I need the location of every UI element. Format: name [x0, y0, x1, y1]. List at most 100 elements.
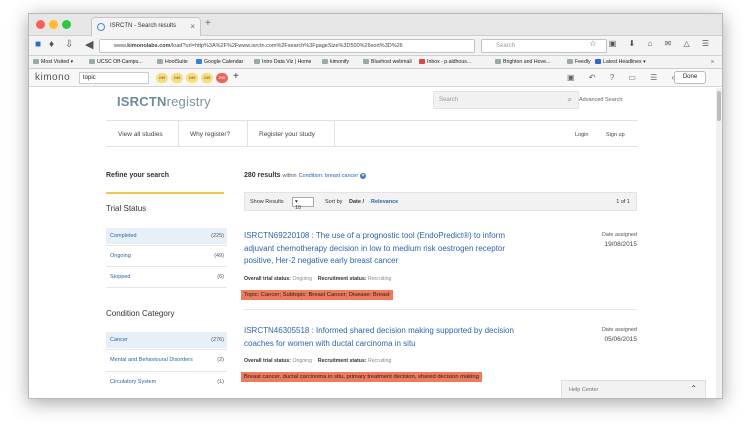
tab-title: ISRCTN - Search results: [110, 23, 177, 29]
trial-status-line: Overall trial status: Ongoing Recruitmen…: [244, 358, 392, 364]
browser-window: ISRCTN - Search results × + ■ ♦ ⇩ ◀ www.…: [28, 13, 723, 399]
nav-why-register[interactable]: Why register?: [190, 131, 230, 138]
bookmark-item[interactable]: Intro Data Viz | Home: [254, 59, 311, 65]
bookmark-item[interactable]: Feedly: [567, 59, 591, 65]
login-link[interactable]: Login: [575, 132, 588, 138]
kimono-tool-icons[interactable]: ▣ ↶ ? ▭ ☰ ‹›: [567, 73, 689, 82]
kimono-property-pill[interactable]: 249: [201, 73, 213, 83]
nav-register-study[interactable]: Register your study: [259, 131, 315, 138]
site-nav: View all studies Why register? Register …: [106, 120, 638, 147]
browser-search-placeholder: Search: [496, 43, 516, 49]
highlighted-condition[interactable]: Breast cancer, ductal carcinoma in situ,…: [241, 372, 482, 382]
minimize-window-button[interactable]: [49, 20, 58, 29]
date-assigned-value: 19/08/2015: [604, 241, 637, 248]
add-property-icon[interactable]: +: [233, 71, 239, 82]
help-center-widget[interactable]: Help Center ⌃: [561, 380, 706, 398]
brand-part-a: ISRCTN: [117, 94, 167, 109]
title-bar: ISRCTN - Search results × +: [29, 14, 722, 36]
bookmark-item[interactable]: Inbox - p.aldhous...: [419, 59, 471, 65]
browser-tab[interactable]: ISRCTN - Search results ×: [91, 17, 201, 36]
kimono-property-pill[interactable]: 249: [186, 73, 198, 83]
sort-relevance-link[interactable]: Relevance: [371, 199, 398, 205]
trial-status-line: Overall trial status: Ongoing Recruitmen…: [244, 276, 392, 282]
site-search-input[interactable]: Search ⌕: [433, 91, 579, 109]
date-assigned-label: Date assigned: [601, 232, 637, 238]
back-button-icon[interactable]: ◀: [85, 38, 93, 51]
remove-filter-icon[interactable]: ×: [360, 173, 367, 179]
pagination-info: 1 of 1: [616, 199, 630, 205]
download-icon[interactable]: ⇩: [65, 39, 73, 50]
page-size-select[interactable]: 10 ▾: [292, 197, 314, 211]
url-path: /load?url=http%3A%2F%2Fwww.isrctn.com%2F…: [170, 43, 403, 49]
bookmark-item[interactable]: Most Visited ▾: [33, 59, 73, 65]
filter-divider: [106, 245, 227, 246]
result-title-link[interactable]: ISRCTN69220108 : The use of a prognostic…: [244, 230, 549, 268]
kimono-logo: kimono: [35, 72, 71, 83]
chevron-up-icon[interactable]: ⌃: [690, 380, 697, 398]
condition-category-heading: Condition Category: [106, 309, 175, 318]
condition-filter-tag[interactable]: Condition: breast cancer: [299, 173, 359, 179]
kimono-property-pill[interactable]: 249: [156, 73, 168, 83]
sort-bar: Show Results 10 ▾ Sort by Date / Relevan…: [244, 192, 637, 211]
filter-divider: [106, 349, 227, 350]
refine-heading: Refine your search: [106, 172, 170, 179]
sort-by-label: Sort by: [325, 199, 343, 205]
advanced-search-link[interactable]: Advanced Search: [579, 97, 622, 103]
filter-divider: [106, 371, 227, 372]
search-icon[interactable]: ⌕: [568, 92, 572, 108]
bookmark-item[interactable]: Latest Headlines ▾: [595, 59, 646, 65]
bookmark-item[interactable]: Bluehost webmail: [363, 59, 412, 65]
results-count: 280 results within Condition: breast can…: [244, 172, 367, 179]
sort-date-link[interactable]: Date /: [349, 199, 364, 205]
nav-toolbar: ■ ♦ ⇩ ◀ www.kimonolabs.com/load?url=http…: [29, 36, 722, 56]
bookmark-item[interactable]: HootSuite: [157, 59, 188, 65]
page-content: ISRCTNregistry Search ⌕ Advanced Search …: [29, 88, 722, 398]
kimono-property-pill[interactable]: 249: [171, 73, 183, 83]
show-results-label: Show Results: [250, 199, 284, 205]
url-prefix: www.: [114, 43, 128, 49]
kimono-property-input[interactable]: topic: [79, 72, 149, 84]
kimono-property-pill-active[interactable]: 249: [216, 73, 228, 83]
site-search-placeholder: Search: [439, 97, 459, 103]
highlighted-topic[interactable]: Topic: Cancer; Subtopic: Breast Cancer; …: [241, 290, 393, 300]
url-bar[interactable]: www.kimonolabs.com/load?url=http%3A%2F%2…: [99, 39, 475, 53]
pocket-icon[interactable]: ■: [35, 39, 41, 50]
refine-accent-line: [106, 192, 224, 194]
date-assigned-label: Date assigned: [601, 327, 637, 333]
filter-completed[interactable]: Completed (225): [106, 228, 227, 244]
scroll-thumb[interactable]: [717, 91, 721, 121]
filter-cancer[interactable]: Cancer (276): [106, 332, 227, 348]
tab-favicon-icon: [97, 23, 105, 31]
addon-icon[interactable]: ♦: [49, 39, 54, 50]
bookmark-item[interactable]: UCSC Off-Campu...: [89, 59, 143, 65]
filter-mental-behavioural[interactable]: Mental and Behavioural Disorders (2): [106, 352, 227, 368]
result-title-link[interactable]: ISRCTN46305518 : Informed shared decisio…: [244, 325, 549, 350]
tab-close-icon[interactable]: ×: [190, 18, 195, 35]
url-host: kimonolabs.com: [127, 43, 171, 49]
nav-divider: [178, 121, 179, 146]
bookmarks-overflow[interactable]: »: [711, 59, 714, 65]
trial-status-heading: Trial Status: [106, 204, 147, 213]
vertical-scrollbar[interactable]: [716, 88, 722, 398]
filter-divider: [106, 266, 227, 267]
new-tab-button[interactable]: +: [205, 18, 211, 29]
bookmarks-bar: Most Visited ▾ UCSC Off-Campu... HootSui…: [29, 56, 722, 69]
nav-divider: [334, 121, 335, 146]
bookmark-item[interactable]: Google Calendar: [196, 59, 243, 65]
filter-circulatory[interactable]: Circulatory System (1): [106, 374, 227, 390]
brand-part-b: registry: [166, 94, 211, 109]
zoom-window-button[interactable]: [62, 20, 71, 29]
isrctn-logo[interactable]: ISRCTNregistry: [117, 94, 211, 109]
bookmark-item[interactable]: kimonify: [322, 59, 349, 65]
close-window-button[interactable]: [36, 20, 45, 29]
filter-stopped[interactable]: Stopped (6): [106, 269, 227, 285]
browser-search-input[interactable]: Search: [481, 39, 607, 53]
signup-link[interactable]: Sign up: [606, 132, 625, 138]
filter-ongoing[interactable]: Ongoing (49): [106, 248, 227, 264]
date-assigned-value: 05/06/2015: [604, 336, 637, 343]
nav-divider: [247, 121, 248, 146]
nav-view-all-studies[interactable]: View all studies: [118, 131, 163, 138]
toolbar-icons[interactable]: ☆ ▣ ⬇ ⌂ ✉ △ ☰: [589, 39, 714, 48]
bookmark-item[interactable]: Brighton and Hove...: [495, 59, 550, 65]
done-button[interactable]: Done: [674, 71, 706, 84]
